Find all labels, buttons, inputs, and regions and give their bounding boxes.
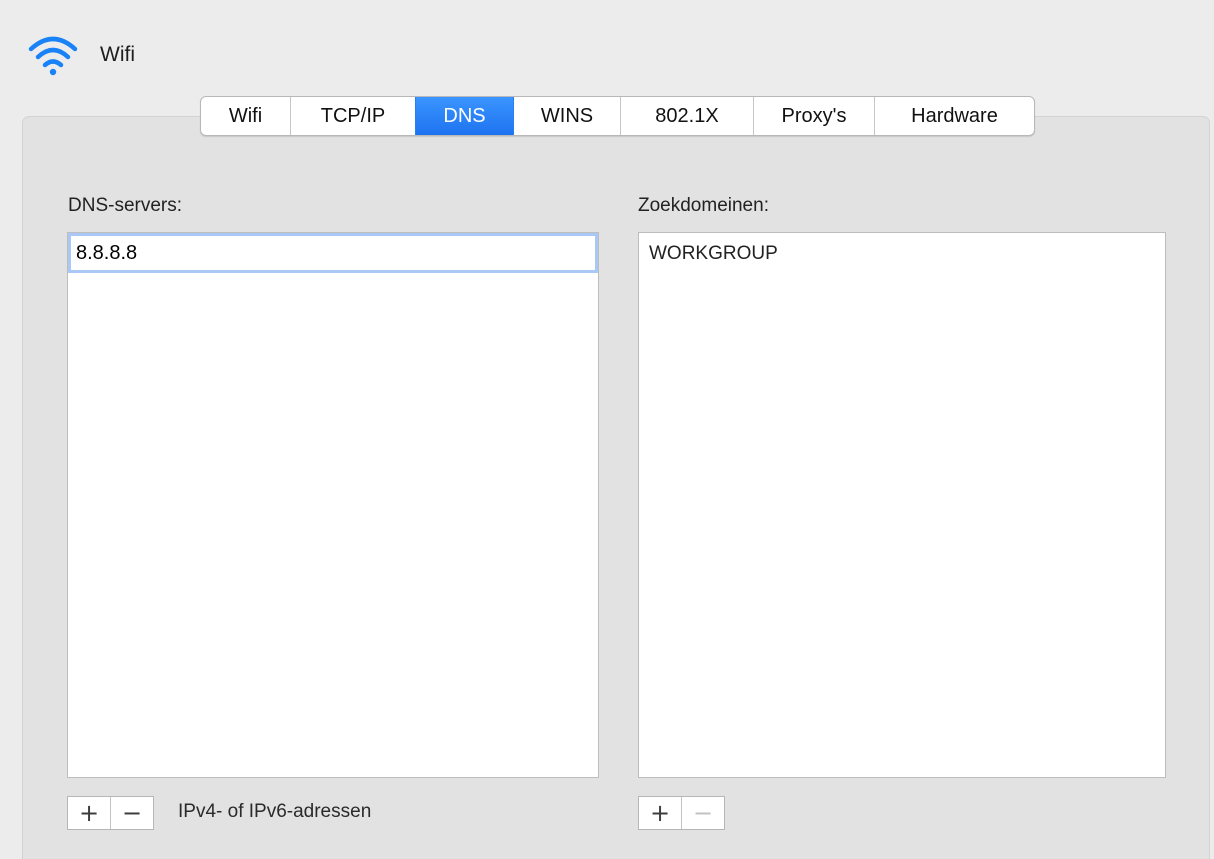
dns-add-button[interactable]: + xyxy=(68,797,110,829)
search-remove-button[interactable]: − xyxy=(681,797,724,829)
dns-servers-label: DNS-servers: xyxy=(68,195,183,216)
tab-proxys[interactable]: Proxy's xyxy=(753,97,874,135)
dns-server-entry-input[interactable] xyxy=(68,233,598,273)
search-domains-label: Zoekdomeinen: xyxy=(638,195,769,216)
dns-remove-button[interactable]: − xyxy=(110,797,153,829)
tab-tcpip[interactable]: TCP/IP xyxy=(290,97,415,135)
tab-hardware[interactable]: Hardware xyxy=(874,97,1034,135)
header-title: Wifi xyxy=(100,43,135,66)
window-header: Wifi xyxy=(28,33,135,77)
dns-button-group: + − xyxy=(67,796,154,830)
search-domain-item[interactable]: WORKGROUP xyxy=(649,243,778,265)
tab-8021x[interactable]: 802.1X xyxy=(620,97,753,135)
wifi-icon xyxy=(28,36,78,76)
search-add-button[interactable]: + xyxy=(639,797,681,829)
tab-dns[interactable]: DNS xyxy=(415,97,513,135)
dns-servers-list[interactable] xyxy=(67,232,599,778)
tab-wins[interactable]: WINS xyxy=(513,97,620,135)
search-button-group: + − xyxy=(638,796,725,830)
tab-wifi[interactable]: Wifi xyxy=(201,97,290,135)
dns-address-hint: IPv4- of IPv6-adressen xyxy=(178,801,372,822)
tab-bar: Wifi TCP/IP DNS WINS 802.1X Proxy's Hard… xyxy=(200,96,1035,136)
search-domains-list[interactable]: WORKGROUP xyxy=(638,232,1166,778)
